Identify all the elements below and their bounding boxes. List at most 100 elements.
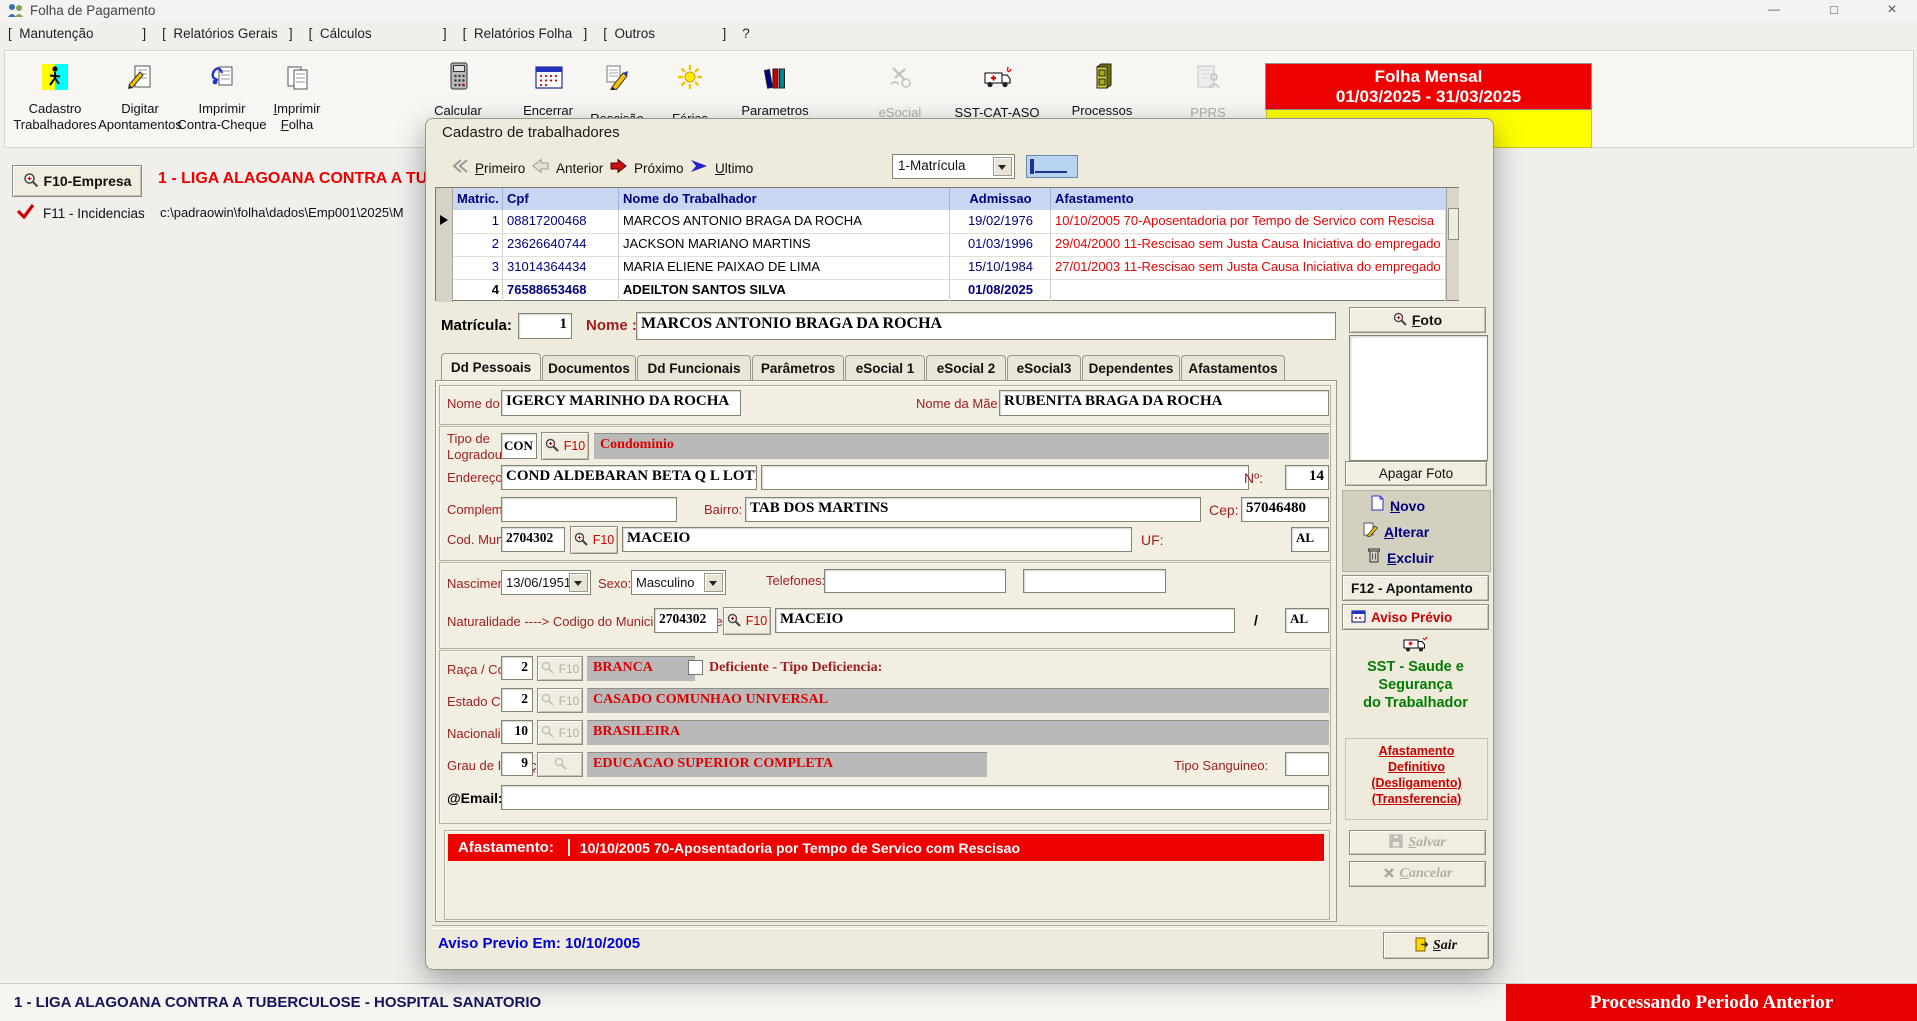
raca-f10-button: F10 xyxy=(537,656,583,681)
endereco-field[interactable]: COND ALDEBARAN BETA Q L LOTE xyxy=(501,465,757,490)
bairro-label: Bairro: xyxy=(704,502,742,517)
magnifier-icon xyxy=(554,757,567,773)
maximize-button[interactable]: □ xyxy=(1812,2,1856,17)
nome-field[interactable]: MARCOS ANTONIO BRAGA DA ROCHA xyxy=(636,312,1336,340)
menu-outros[interactable]: [ Outros ] xyxy=(603,26,726,41)
status-processing: Processando Periodo Anterior xyxy=(1506,984,1917,1021)
nome-pai-field[interactable]: IGERCY MARINHO DA ROCHA xyxy=(501,390,741,416)
period-title: Folha Mensal xyxy=(1266,67,1591,87)
excluir-button[interactable]: Excluir xyxy=(1367,547,1434,568)
naturalidade-cidade-field[interactable]: MACEIO xyxy=(775,608,1235,633)
naturalidade-codigo-field[interactable]: 2704302 xyxy=(654,608,718,633)
nav-next-button[interactable]: Próximo xyxy=(609,157,684,180)
tab-dependentes[interactable]: Dependentes xyxy=(1082,355,1180,380)
bairro-field[interactable]: TAB DOS MARTINS xyxy=(745,497,1201,522)
tab-dd-funcionais[interactable]: Dd Funcionais xyxy=(637,355,751,380)
cep-field[interactable]: 57046480 xyxy=(1241,497,1329,522)
tab-dd-pessoais[interactable]: Dd Pessoais xyxy=(441,353,541,380)
nascimento-select[interactable]: 13/06/1951 xyxy=(501,570,591,595)
table-row[interactable]: 4 76588653468 ADEILTON SANTOS SILVA 01/0… xyxy=(436,279,1446,302)
app-icon xyxy=(7,3,24,23)
table-row[interactable]: 1 08817200468 MARCOS ANTONIO BRAGA DA RO… xyxy=(436,210,1446,234)
raca-desc: BRANCA xyxy=(587,656,695,681)
municipio-field[interactable]: MACEIO xyxy=(622,527,1132,552)
menu-help[interactable]: ? xyxy=(742,26,750,41)
sexo-select[interactable]: Masculino xyxy=(631,570,726,595)
aviso-previo-em: Aviso Previo Em: 10/10/2005 xyxy=(438,935,640,952)
tipo-logradouro-field[interactable]: CON xyxy=(501,433,537,459)
numero-field[interactable]: 14 xyxy=(1285,465,1329,490)
tab-esocial-3[interactable]: eSocial3 xyxy=(1007,355,1081,380)
menu-manutencao[interactable]: [ Manutenção ] xyxy=(8,26,146,41)
numero-label: Nº: xyxy=(1244,470,1263,486)
sair-button[interactable]: Sair xyxy=(1383,932,1489,959)
search-input[interactable] xyxy=(1026,155,1078,178)
table-row[interactable]: 2 23626640744 JACKSON MARIANO MARTINS 01… xyxy=(436,233,1446,257)
afastamento-banner-label: Afastamento: xyxy=(448,839,570,856)
deficiente-label: Deficiente - Tipo Deficiencia: xyxy=(709,660,882,676)
pen-hand-icon xyxy=(604,64,630,95)
raca-field[interactable]: 2 xyxy=(501,656,533,680)
tipo-logradouro-f10-button[interactable]: F10 xyxy=(541,432,589,460)
nome-mae-field[interactable]: RUBENITA BRAGA DA ROCHA xyxy=(999,390,1329,416)
alterar-button[interactable]: Alterar xyxy=(1363,521,1429,542)
nacionalidade-field[interactable]: 10 xyxy=(501,720,533,744)
magnifier-icon xyxy=(541,725,554,741)
search-mode-select[interactable]: 1-Matrícula xyxy=(892,154,1015,179)
magnifier-icon xyxy=(541,661,554,677)
nav-previous-button: Anterior xyxy=(531,157,603,180)
close-button[interactable]: × xyxy=(1872,1,1912,19)
save-icon xyxy=(1389,834,1403,851)
tipo-sanguineo-field[interactable] xyxy=(1285,752,1329,776)
menu-relatorios-gerais[interactable]: [ Relatórios Gerais ] xyxy=(162,26,293,41)
grid-header-nome[interactable]: Nome do Trabalhador xyxy=(619,188,950,210)
menu-calculos[interactable]: [ Cálculos ] xyxy=(309,26,447,41)
grid-header-afastamento[interactable]: Afastamento xyxy=(1051,188,1446,210)
afastamento-definitivo-button[interactable]: Afastamento Definitivo (Desligamento) (T… xyxy=(1345,738,1488,820)
naturalidade-f10-button[interactable]: F10 xyxy=(723,607,771,635)
f12-apontamento-button[interactable]: F12 - Apontamento xyxy=(1342,575,1489,601)
tab-parametros[interactable]: Parâmetros xyxy=(752,355,844,380)
status-company: 1 - LIGA ALAGOANA CONTRA A TUBERCULOSE -… xyxy=(14,994,541,1011)
uf-field[interactable]: AL xyxy=(1291,527,1329,552)
novo-button[interactable]: Novo xyxy=(1371,495,1425,516)
toolbar-button-imprimir-folha[interactable]: Imprimir Folha xyxy=(247,58,347,144)
grau-instrucao-field[interactable]: 9 xyxy=(501,752,533,776)
tab-afastamentos[interactable]: Afastamentos xyxy=(1181,355,1285,380)
apagar-foto-button[interactable]: Apagar Foto xyxy=(1345,461,1487,486)
chevron-down-icon[interactable] xyxy=(569,573,588,592)
aviso-previo-button[interactable]: Aviso Prévio xyxy=(1342,604,1489,630)
deficiente-checkbox[interactable] xyxy=(688,660,703,675)
grid-header-matric[interactable]: Matric. xyxy=(453,188,503,210)
matricula-field[interactable]: 1 xyxy=(518,313,572,339)
chevron-down-icon[interactable] xyxy=(704,573,723,592)
email-field[interactable] xyxy=(501,785,1329,810)
telefone2-field[interactable] xyxy=(1023,569,1166,593)
estado-civil-field[interactable]: 2 xyxy=(501,688,533,712)
minimize-button[interactable]: — xyxy=(1752,2,1796,16)
grid-header-admissao[interactable]: Admissao xyxy=(950,188,1051,210)
tab-esocial-2[interactable]: eSocial 2 xyxy=(926,355,1006,380)
chevron-down-icon[interactable] xyxy=(993,157,1012,176)
calculator-icon xyxy=(449,62,469,95)
naturalidade-uf-field[interactable]: AL xyxy=(1285,608,1329,633)
f11-incidencias[interactable]: F11 - Incidenc­ias xyxy=(16,203,145,224)
telefones-label: Telefones: xyxy=(766,573,825,588)
tab-documentos[interactable]: Documentos xyxy=(542,355,636,380)
grid-scrollbar[interactable] xyxy=(1446,188,1459,300)
cod-municipio-field[interactable]: 2704302 xyxy=(501,527,565,552)
cod-municipio-f10-button[interactable]: F10 xyxy=(570,526,618,554)
menu-relatorios-folha[interactable]: [ Relatórios Folha ] xyxy=(463,26,588,41)
nav-last-button[interactable]: Ultimo xyxy=(689,157,753,180)
endereco2-field[interactable] xyxy=(761,465,1249,490)
sst-button[interactable]: SST - Saude e Segurança do Trabalhador xyxy=(1342,633,1489,725)
foto-button[interactable]: Foto xyxy=(1349,307,1486,333)
books-icon xyxy=(762,64,788,95)
telefone1-field[interactable] xyxy=(824,569,1006,593)
scrollbar-thumb[interactable] xyxy=(1448,208,1459,240)
f10-empresa-button[interactable]: F10-Empresa xyxy=(12,165,142,197)
table-row[interactable]: 3 31014364434 MARIA ELIENE PAIXAO DE LIM… xyxy=(436,256,1446,280)
grid-header-cpf[interactable]: Cpf xyxy=(503,188,619,210)
tab-esocial-1[interactable]: eSocial 1 xyxy=(845,355,925,380)
complemento-field[interactable] xyxy=(501,497,677,522)
